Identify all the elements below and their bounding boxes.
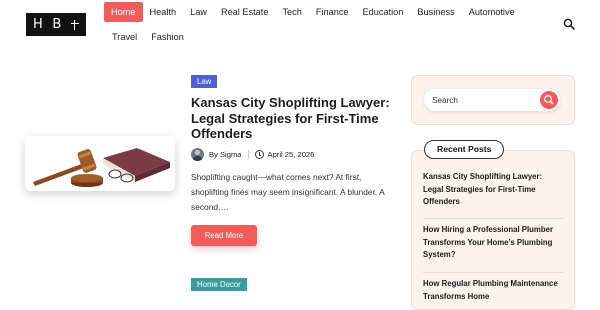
- nav-item-law[interactable]: Law: [183, 2, 214, 22]
- nav-item-education[interactable]: Education: [356, 2, 411, 22]
- article-date: April 25, 2026: [267, 150, 315, 159]
- author-avatar: [191, 148, 204, 161]
- sidebar-search-input[interactable]: [424, 89, 534, 111]
- recent-post-item[interactable]: How Regular Plumbing Maintenance Transfo…: [423, 278, 563, 300]
- nav-item-fashion[interactable]: Fashion: [144, 27, 191, 47]
- nav-row-secondary: Travel Fashion: [104, 27, 554, 47]
- main-navigation: Home Health Law Real Estate Tech Finance…: [104, 2, 554, 47]
- search-icon: [544, 95, 554, 105]
- clock-icon: [254, 150, 264, 159]
- nav-item-health[interactable]: Health: [143, 2, 184, 22]
- nav-item-finance[interactable]: Finance: [309, 2, 356, 22]
- logo-letter-b: B: [52, 17, 62, 32]
- nav-item-business[interactable]: Business: [410, 2, 461, 22]
- nav-item-travel[interactable]: Travel: [104, 27, 144, 47]
- category-badge-home-decor[interactable]: Home Decor: [191, 278, 247, 291]
- read-more-button[interactable]: Read More: [191, 225, 257, 246]
- recent-post-item[interactable]: How Hiring a Professional Plumber Transf…: [423, 224, 563, 262]
- search-icon[interactable]: [563, 18, 575, 30]
- site-logo[interactable]: H B: [26, 13, 86, 36]
- article-author[interactable]: By Sigma: [209, 150, 242, 159]
- article-excerpt: Shoplifting caught—what comes next? At f…: [191, 172, 385, 212]
- sidebar-search-button[interactable]: [540, 91, 558, 109]
- gavel-book-illustration: [25, 136, 175, 191]
- nav-item-tech[interactable]: Tech: [275, 2, 308, 22]
- recent-posts-heading: Recent Posts: [424, 140, 505, 159]
- recent-post-divider: [423, 218, 563, 219]
- featured-image-gavel[interactable]: [25, 136, 175, 191]
- article-meta: By Sigma April 25, 2026: [191, 148, 314, 161]
- category-badge-law[interactable]: Law: [191, 75, 218, 88]
- nav-item-real-estate[interactable]: Real Estate: [214, 2, 276, 22]
- article-title[interactable]: Kansas City Shoplifting Lawyer: Legal St…: [191, 95, 391, 142]
- nav-item-home[interactable]: Home: [104, 2, 143, 22]
- logo-mark-icon: [70, 19, 79, 31]
- recent-post-item[interactable]: Kansas City Shoplifting Lawyer: Legal St…: [423, 171, 563, 209]
- logo-letter-h: H: [33, 17, 43, 32]
- meta-divider: [247, 150, 249, 159]
- nav-item-automotive[interactable]: Automotive: [462, 2, 522, 22]
- nav-row-primary: Home Health Law Real Estate Tech Finance…: [104, 2, 554, 22]
- recent-post-divider: [423, 272, 563, 273]
